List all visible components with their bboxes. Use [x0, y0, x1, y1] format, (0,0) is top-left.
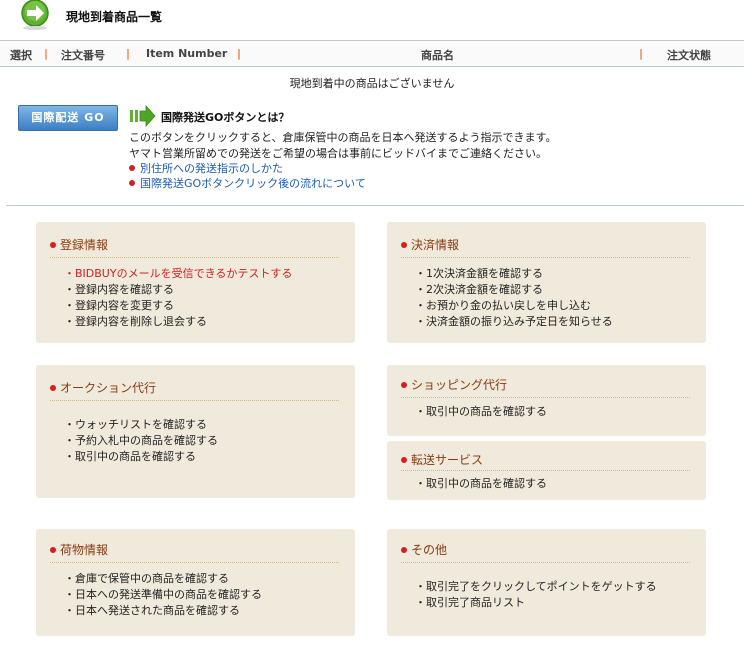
red-bullet-icon: [129, 180, 135, 186]
panel-other: その他 ・取引完了をクリックしてポイントをゲットする ・取引完了商品リスト: [387, 529, 706, 636]
link-shopping-in-progress[interactable]: ・取引中の商品を確認する: [415, 404, 547, 420]
link-watchlist[interactable]: ・ウォッチリストを確認する: [64, 417, 218, 433]
link-delete-account[interactable]: ・登録内容を削除し退会する: [64, 314, 292, 330]
panel-forwarding: 転送サービス ・取引中の商品を確認する: [387, 441, 706, 500]
column-separator: |: [237, 47, 242, 60]
column-header-select: 選択: [10, 49, 32, 62]
red-bullet-icon: [401, 382, 407, 388]
link-preparing-shipment[interactable]: ・日本への発送準備中の商品を確認する: [64, 587, 262, 603]
table-header: 選択 | 注文番号 | Item Number | 商品名 | 注文状態: [0, 40, 744, 67]
column-separator: |: [126, 47, 131, 60]
link-reserved-bids[interactable]: ・予約入札中の商品を確認する: [64, 433, 218, 449]
panel-title-text: 登録情報: [60, 238, 109, 252]
link-edit-registration[interactable]: ・登録内容を変更する: [64, 298, 292, 314]
link-refund-request[interactable]: ・お預かり金の払い戻しを申し込む: [415, 298, 613, 314]
dotted-divider: [401, 397, 690, 398]
link-label: 国際発送GOボタンクリック後の流れについて: [140, 177, 366, 190]
section-divider: [6, 205, 744, 206]
link-label: 別住所への発送指示のしかた: [140, 162, 283, 175]
panel-auction: オークション代行 ・ウォッチリストを確認する ・予約入札中の商品を確認する ・取…: [36, 365, 355, 498]
panel-cargo: 荷物情報 ・倉庫で保管中の商品を確認する ・日本への発送準備中の商品を確認する …: [36, 529, 355, 636]
panel-title: その他: [401, 541, 447, 558]
panel-title-text: その他: [411, 543, 448, 557]
column-separator: |: [44, 47, 49, 60]
link-alternate-address-instructions[interactable]: 別住所への発送指示のしかた: [129, 160, 283, 176]
column-header-order-status: 注文状態: [667, 49, 711, 62]
link-transfer-schedule[interactable]: ・決済金額の振り込み予定日を知らせる: [415, 314, 613, 330]
red-bullet-icon: [401, 242, 407, 248]
dotted-divider: [50, 257, 339, 258]
red-bullet-icon: [401, 457, 407, 463]
panel-title: ショッピング代行: [401, 376, 507, 393]
red-bullet-icon: [50, 385, 56, 391]
international-shipping-go-button[interactable]: 国際配送 GO: [18, 105, 118, 131]
panel-title-text: 転送サービス: [411, 453, 484, 467]
go-description-line: このボタンをクリックすると、倉庫保管中の商品を日本へ発送するよう指示できます。: [129, 131, 557, 144]
column-header-product-name: 商品名: [421, 49, 454, 62]
panel-title: 決済情報: [401, 236, 459, 253]
go-info-title: 国際発送GOボタンとは？: [161, 111, 290, 124]
panel-title: 転送サービス: [401, 451, 483, 468]
panel-title-text: 決済情報: [411, 238, 460, 252]
panel-title: オークション代行: [50, 379, 156, 396]
link-second-payment[interactable]: ・2次決済金額を確認する: [415, 282, 613, 298]
red-bullet-icon: [50, 547, 56, 553]
panel-title-text: ショッピング代行: [411, 378, 508, 392]
panel-shopping: ショッピング代行 ・取引中の商品を確認する: [387, 365, 706, 436]
red-bullet-icon: [401, 547, 407, 553]
green-arrow-icon: [130, 105, 156, 127]
panel-payment: 決済情報 ・1次決済金額を確認する ・2次決済金額を確認する ・お預かり金の払い…: [387, 222, 706, 343]
panel-title: 登録情報: [50, 236, 108, 253]
dotted-divider: [50, 562, 339, 563]
column-header-order-number: 注文番号: [61, 49, 105, 62]
dotted-divider: [50, 400, 339, 401]
dotted-divider: [401, 562, 690, 563]
panel-registration: 登録情報 ・BIDBUYのメールを受信できるかテストする ・登録内容を確認する …: [36, 222, 355, 343]
column-separator: |: [639, 47, 644, 60]
link-auction-in-progress[interactable]: ・取引中の商品を確認する: [64, 449, 218, 465]
red-bullet-icon: [129, 165, 135, 171]
red-bullet-icon: [50, 242, 56, 248]
column-header-item-number: Item Number: [146, 47, 228, 60]
link-first-payment[interactable]: ・1次決済金額を確認する: [415, 266, 613, 282]
panel-title-text: 荷物情報: [60, 543, 109, 557]
link-complete-transaction-points[interactable]: ・取引完了をクリックしてポイントをゲットする: [415, 579, 657, 595]
dotted-divider: [401, 257, 690, 258]
empty-table-message: 現地到着中の商品はございません: [289, 77, 455, 90]
dotted-divider: [401, 470, 690, 471]
link-view-registration[interactable]: ・登録内容を確認する: [64, 282, 292, 298]
link-go-button-flow[interactable]: 国際発送GOボタンクリック後の流れについて: [129, 175, 366, 191]
page-title: 現地到着商品一覧: [66, 10, 163, 24]
link-forwarding-in-progress[interactable]: ・取引中の商品を確認する: [415, 476, 547, 492]
panel-title-text: オークション代行: [60, 381, 157, 395]
link-completed-items-list[interactable]: ・取引完了商品リスト: [415, 595, 657, 611]
link-shipped-items[interactable]: ・日本へ発送された商品を確認する: [64, 603, 262, 619]
go-description-line: ヤマト営業所留めでの発送をご希望の場合は事前にビッドバイまでご連絡ください。: [129, 147, 547, 160]
link-test-email-receipt[interactable]: ・BIDBUYのメールを受信できるかテストする: [64, 266, 292, 282]
link-stored-items[interactable]: ・倉庫で保管中の商品を確認する: [64, 571, 262, 587]
green-arrow-icon: [21, 0, 49, 30]
panel-title: 荷物情報: [50, 541, 108, 558]
